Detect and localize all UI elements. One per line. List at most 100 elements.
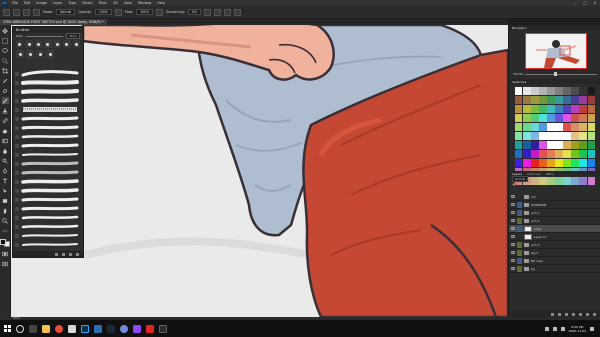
delete-brush-icon[interactable] bbox=[76, 252, 79, 256]
more-tools-icon[interactable] bbox=[2, 227, 9, 234]
visibility-eye-icon[interactable] bbox=[511, 243, 515, 246]
swatch-cell[interactable] bbox=[587, 140, 595, 150]
swatch-cell[interactable] bbox=[555, 95, 563, 105]
swatch-cell[interactable] bbox=[523, 149, 531, 159]
swatch-cell[interactable] bbox=[571, 140, 579, 150]
brush-tool-icon[interactable] bbox=[1, 97, 9, 104]
home-icon[interactable] bbox=[3, 8, 10, 16]
swatch-cell[interactable] bbox=[555, 87, 563, 96]
type-tool-icon[interactable] bbox=[2, 177, 9, 184]
lock-icons[interactable]: 🔒 bbox=[512, 182, 515, 186]
swatch-cell[interactable] bbox=[547, 95, 555, 105]
brush-tip-preset[interactable] bbox=[44, 40, 52, 48]
brush-stroke-preview[interactable] bbox=[13, 105, 83, 114]
brush-stroke-preview[interactable] bbox=[13, 213, 83, 222]
symmetry-icon[interactable] bbox=[233, 8, 241, 16]
airbrush-icon[interactable] bbox=[156, 8, 164, 16]
swatch-cell[interactable] bbox=[547, 104, 555, 114]
brush-stroke-preview[interactable] bbox=[13, 150, 83, 159]
visibility-eye-icon[interactable] bbox=[511, 267, 515, 270]
brush-stroke-preview[interactable] bbox=[13, 141, 83, 150]
layer-row[interactable]: body bbox=[509, 225, 600, 233]
swatch-cell[interactable] bbox=[547, 131, 555, 141]
brush-stroke-preview[interactable] bbox=[13, 222, 83, 231]
visibility-eye-icon[interactable] bbox=[511, 203, 515, 206]
visibility-eye-icon[interactable] bbox=[511, 211, 515, 214]
search-icon[interactable] bbox=[16, 324, 24, 333]
flow-field[interactable]: 100% bbox=[136, 9, 154, 15]
brush-tip-preset[interactable] bbox=[36, 50, 44, 58]
visibility-eye-icon[interactable] bbox=[511, 251, 515, 254]
swatch-cell[interactable] bbox=[515, 122, 523, 132]
swatch-cell[interactable] bbox=[531, 131, 539, 141]
swatch-cell[interactable] bbox=[563, 149, 571, 159]
brush-stroke-preview[interactable] bbox=[13, 231, 83, 240]
swatch-cell[interactable] bbox=[523, 131, 531, 141]
brush-stroke-preview[interactable] bbox=[13, 240, 83, 249]
swatch-cell[interactable] bbox=[587, 104, 595, 114]
navigator-zoom-slider[interactable] bbox=[525, 72, 597, 76]
brush-tip-preset[interactable] bbox=[72, 40, 80, 48]
layer-row[interactable]: bg bbox=[509, 265, 600, 273]
swatch-cell[interactable] bbox=[523, 122, 531, 132]
swatch-cell[interactable] bbox=[571, 158, 579, 168]
swatch-cell[interactable] bbox=[523, 140, 531, 150]
swatch-cell[interactable] bbox=[515, 104, 523, 114]
layer-row[interactable]: BG lines bbox=[509, 257, 600, 265]
swatch-cell[interactable] bbox=[547, 122, 555, 132]
brush-stroke-preview[interactable] bbox=[13, 159, 83, 168]
swatch-cell[interactable] bbox=[587, 95, 595, 105]
swatch-cell[interactable] bbox=[515, 95, 523, 105]
quick-select-tool-icon[interactable] bbox=[2, 57, 9, 64]
hand-tool-icon[interactable] bbox=[2, 207, 9, 214]
brush-stroke-preview[interactable] bbox=[13, 78, 83, 87]
visibility-eye-icon[interactable] bbox=[511, 235, 515, 238]
swatch-cell[interactable] bbox=[539, 122, 547, 132]
foreground-color-swatch[interactable] bbox=[0, 239, 6, 245]
swatch-cell[interactable] bbox=[579, 149, 587, 159]
layer-row[interactable]: leg 2 bbox=[509, 249, 600, 257]
brush-size-value[interactable]: 43 px bbox=[66, 33, 80, 39]
swatch-cell[interactable] bbox=[555, 140, 563, 150]
swatch-cell[interactable] bbox=[547, 87, 555, 96]
swatch-cell[interactable] bbox=[579, 140, 587, 150]
swatch-cell[interactable] bbox=[515, 149, 523, 159]
tab-paths[interactable]: Paths bbox=[546, 172, 554, 176]
brush-settings-icon[interactable] bbox=[33, 8, 40, 16]
brush-stroke-preview[interactable] bbox=[13, 177, 83, 186]
swatch-cell[interactable] bbox=[587, 122, 595, 132]
swatch-cell[interactable] bbox=[539, 87, 547, 96]
swatch-cell[interactable] bbox=[523, 113, 531, 123]
chrome-icon[interactable] bbox=[55, 324, 63, 333]
swatches-panel-title[interactable]: Swatches bbox=[509, 79, 600, 84]
app-icon[interactable] bbox=[146, 324, 154, 333]
swatch-cell[interactable] bbox=[579, 158, 587, 168]
rectangle-tool-icon[interactable] bbox=[2, 197, 9, 204]
swatch-cell[interactable] bbox=[563, 140, 571, 150]
dodge-tool-icon[interactable] bbox=[2, 157, 9, 164]
layer-row[interactable]: arm 1 bbox=[509, 209, 600, 217]
swatch-cell[interactable] bbox=[571, 122, 579, 132]
healing-tool-icon[interactable] bbox=[2, 87, 9, 94]
notifications-icon[interactable] bbox=[590, 326, 594, 331]
navigator-panel-title[interactable]: Navigator bbox=[509, 25, 600, 30]
swatch-cell[interactable] bbox=[579, 104, 587, 114]
swatch-cell[interactable] bbox=[587, 87, 595, 96]
brush-stroke-preview[interactable] bbox=[13, 168, 83, 177]
layer-row[interactable]: arm 2 bbox=[509, 217, 600, 225]
windows-start-icon[interactable] bbox=[4, 325, 11, 332]
app-icon[interactable] bbox=[94, 324, 102, 333]
swatch-cell[interactable] bbox=[571, 104, 579, 114]
brush-tip-preset[interactable] bbox=[63, 40, 71, 48]
layer-style-icon[interactable] bbox=[558, 312, 561, 316]
visibility-eye-icon[interactable] bbox=[511, 219, 515, 222]
brush-tip-preset[interactable] bbox=[16, 50, 24, 58]
swatch-cell[interactable] bbox=[539, 158, 547, 168]
visibility-eye-icon[interactable] bbox=[511, 227, 515, 230]
zoom-tool-icon[interactable] bbox=[2, 217, 9, 224]
visibility-eye-icon[interactable] bbox=[511, 195, 515, 198]
swatch-cell[interactable] bbox=[555, 113, 563, 123]
swatch-cell[interactable] bbox=[547, 113, 555, 123]
color-swatches[interactable] bbox=[0, 239, 10, 247]
swatch-cell[interactable] bbox=[523, 95, 531, 105]
